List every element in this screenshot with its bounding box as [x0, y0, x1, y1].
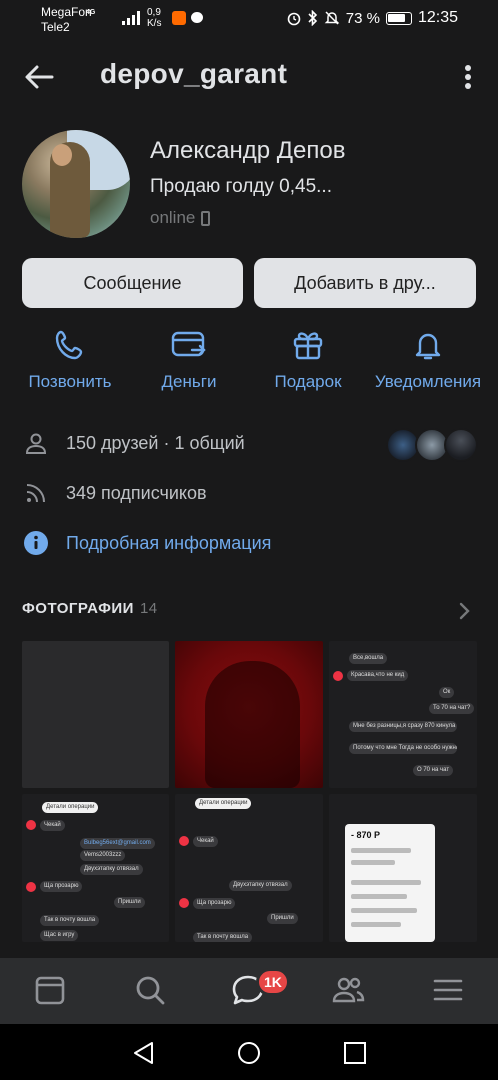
chat-line: Все,вошла [349, 653, 388, 664]
messages-badge: 1K [256, 968, 290, 996]
followers-icon [22, 479, 50, 507]
app-notification-icon [172, 11, 186, 25]
photo-tile[interactable] [22, 641, 169, 788]
page-title: depov_garant [100, 58, 288, 89]
alarm-icon [287, 12, 301, 26]
battery-percent: 73 % [345, 9, 380, 27]
payment-amount: - 870 Р [351, 830, 381, 840]
bluetooth-icon [308, 10, 317, 26]
chat-line: Vems2003zzz [80, 850, 126, 861]
gift-icon [293, 332, 323, 360]
carrier1: MegaFon [41, 5, 92, 19]
network-type: 4G [86, 9, 96, 16]
detailed-info-label: Подробная информация [66, 532, 272, 553]
chat-line: О 70 на чат [413, 765, 454, 776]
online-status: online [150, 208, 211, 228]
money-action[interactable]: Деньги [130, 328, 248, 392]
mobile-icon [201, 210, 211, 226]
chat-notification-icon [191, 12, 203, 23]
chat-line: Двухэтапку отвязал [80, 864, 143, 875]
speed-value: 0,9 [147, 7, 161, 18]
info-icon [22, 529, 50, 557]
friend-avatar [444, 428, 478, 462]
notifications-action[interactable]: Уведомления [362, 328, 494, 392]
nav-home-icon[interactable] [236, 1040, 262, 1066]
chat-line: Так в почту вошла [193, 932, 253, 942]
chevron-right-icon[interactable] [456, 602, 472, 620]
chat-line: Потому что мне Тогда не особо нужно,я пе… [349, 743, 457, 754]
gift-label: Подарок [274, 372, 342, 391]
followers-row[interactable]: 349 подписчиков [22, 478, 207, 508]
photo-tile[interactable]: Все,вошла Красава,что не кид Ок То 70 на… [329, 641, 477, 788]
mute-icon [324, 11, 340, 25]
carrier-info: MegaFon Tele2 [41, 5, 92, 35]
user-icon [22, 429, 50, 457]
battery-icon [385, 11, 412, 25]
phone-icon [55, 330, 83, 360]
chat-line: Пришли [267, 913, 298, 924]
speed-unit: K/s [147, 18, 162, 29]
nav-recent-apps-icon[interactable] [342, 1040, 368, 1066]
chat-line: Детали операции [195, 798, 252, 809]
photo-tile[interactable] [175, 641, 323, 788]
chat-line: Чекай [40, 820, 65, 831]
chat-line: Двухэтапку отвязал [229, 880, 292, 891]
status-right: 73 % 12:35 [286, 9, 458, 27]
photo-tile[interactable]: Детали операции Чекай Bulbeg56ext@gmail.… [22, 794, 169, 942]
chat-line: Bulbeg56ext@gmail.com [80, 838, 155, 849]
status-bar: MegaFon Tele2 4G 0,9 K/s 73 % 12:35 [0, 0, 498, 38]
friends-count: 150 друзей · 1 общий [66, 432, 245, 453]
search-icon[interactable] [132, 972, 168, 1008]
chat-line: Ща прозарю [193, 898, 236, 909]
nav-back-icon[interactable] [130, 1040, 156, 1066]
photo-tile[interactable]: - 870 Р [329, 794, 477, 942]
friends-icon[interactable] [330, 972, 366, 1008]
news-feed-icon[interactable] [32, 972, 68, 1008]
gift-action[interactable]: Подарок [258, 328, 358, 392]
chat-line: То 70 на чат? [429, 703, 475, 714]
bell-icon [415, 333, 441, 360]
followers-count: 349 подписчиков [66, 482, 207, 503]
friends-avatars[interactable] [386, 428, 478, 462]
chat-line: Ща прозарю [40, 881, 83, 892]
back-arrow-icon[interactable] [22, 60, 56, 94]
menu-icon[interactable] [430, 972, 466, 1008]
chat-line: Ок [439, 687, 455, 698]
chat-line: Пришли [114, 897, 145, 908]
chat-line: Так в почту вошла [40, 915, 100, 926]
message-button[interactable]: Сообщение [22, 258, 243, 308]
call-label: Позвонить [28, 372, 112, 391]
notifications-label: Уведомления [374, 372, 482, 391]
online-label: online [150, 208, 196, 227]
call-action[interactable]: Позвонить [10, 328, 130, 392]
app-header: depov_garant [0, 40, 498, 112]
detailed-info-row[interactable]: Подробная информация [22, 528, 271, 558]
add-friend-button[interactable]: Добавить в дру... [254, 258, 476, 308]
more-options-icon[interactable] [464, 64, 472, 90]
system-nav-bar [0, 1024, 498, 1080]
profile-avatar[interactable] [22, 130, 130, 238]
chat-line: Мне без разницы,я сразу 870 кинула [349, 721, 457, 732]
clock: 12:35 [417, 9, 458, 26]
network-speed: 0,9 K/s [147, 7, 161, 29]
money-label: Деньги [161, 372, 217, 391]
carrier2: Tele2 [41, 20, 70, 34]
signal-icon [122, 11, 140, 25]
chat-line: Детали операции [42, 802, 99, 813]
friends-row[interactable]: 150 друзей · 1 общий [22, 428, 245, 458]
photos-header[interactable]: ФОТОГРАФИИ 14 [22, 600, 158, 617]
photos-title: ФОТОГРАФИИ [22, 600, 134, 617]
profile-name: Александр Депов [150, 137, 346, 164]
bottom-tab-bar [0, 958, 498, 1024]
payment-sheet: - 870 Р [345, 824, 435, 942]
chat-line: Красава,что не кид [347, 670, 409, 681]
photos-count: 14 [139, 600, 158, 617]
profile-status[interactable]: Продаю голду 0,45... [150, 176, 332, 198]
chat-line: Щас в игру [40, 930, 79, 941]
chat-line: Чекай [193, 836, 218, 847]
money-transfer-icon [171, 331, 206, 357]
photo-tile[interactable]: Детали операции Чекай Двухэтапку отвязал… [175, 794, 323, 942]
